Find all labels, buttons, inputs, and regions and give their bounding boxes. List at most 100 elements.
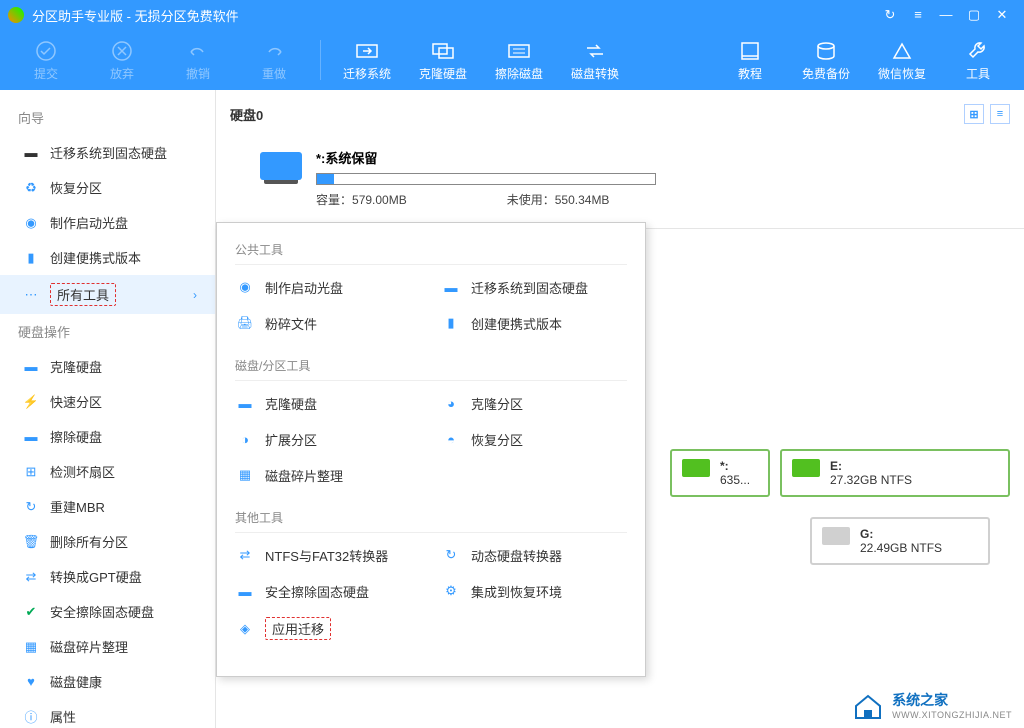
grid-view-icon[interactable]: ⊞ (964, 104, 984, 124)
trash-icon: 🗑 (22, 533, 40, 551)
sidebar-item-properties[interactable]: ⓘ属性 (0, 699, 215, 728)
triangle-icon (890, 39, 914, 63)
sidebar-item-bad-sector[interactable]: ⊞检测坏扇区 (0, 454, 215, 489)
all-tools-popup: 公共工具 ◉制作启动光盘 ▬迁移系统到固态硬盘 🖨粉碎文件 ▮创建便携式版本 磁… (216, 222, 646, 677)
sidebar-item-secure-erase-ssd[interactable]: ✔安全擦除固态硬盘 (0, 594, 215, 629)
undo-icon (186, 39, 210, 63)
shield-icon: ✔ (22, 603, 40, 621)
commit-button[interactable]: 提交 (12, 33, 80, 87)
partition-card[interactable]: *:系统保留 容量：579.00MB 未使用：550.34MB (260, 148, 1010, 208)
sidebar-item-disk-health[interactable]: ♥磁盘健康 (0, 664, 215, 699)
redo-icon (262, 39, 286, 63)
lightning-icon: ⚡ (22, 393, 40, 411)
defrag-icon: ▦ (22, 638, 40, 656)
defrag-icon: ▦ (235, 465, 255, 485)
popup-item-clone-partition[interactable]: ◕克隆分区 (441, 389, 627, 417)
sidebar-item-delete-all[interactable]: 🗑删除所有分区 (0, 524, 215, 559)
diskops-header: 硬盘操作 (0, 314, 215, 349)
convert-disk-button[interactable]: 磁盘转换 (561, 33, 629, 87)
sidebar-item-erase-disk[interactable]: ▬擦除硬盘 (0, 419, 215, 454)
usb-icon: ▮ (22, 249, 40, 267)
popup-item-portable[interactable]: ▮创建便携式版本 (441, 309, 627, 337)
disk-icon (260, 152, 302, 180)
usage-bar (316, 173, 656, 185)
disc-icon: ◉ (235, 277, 255, 297)
migrate-system-button[interactable]: 迁移系统 (333, 33, 401, 87)
sidebar-item-convert-gpt[interactable]: ⇄转换成GPT硬盘 (0, 559, 215, 594)
popup-section-other: 其他工具 (235, 503, 627, 533)
check-icon (34, 39, 58, 63)
menu-icon[interactable]: ≡ (904, 0, 932, 30)
partition-swatch (822, 527, 850, 545)
refresh-icon[interactable]: ↻ (876, 0, 904, 30)
heart-icon: ♥ (22, 673, 40, 691)
recover-icon: ♻ (22, 179, 40, 197)
wipe-disk-button[interactable]: 擦除磁盘 (485, 33, 553, 87)
sidebar-item-recover-partition[interactable]: ♻恢复分区 (0, 170, 215, 205)
watermark: 系统之家WWW.XITONGZHIJIA.NET (850, 690, 1012, 720)
popup-item-extend-partition[interactable]: ◑扩展分区 (235, 425, 421, 453)
box-icon: ◈ (235, 619, 255, 639)
close-button[interactable]: ✕ (988, 0, 1016, 30)
tutorial-button[interactable]: 教程 (716, 33, 784, 87)
convert-icon: ⇄ (235, 545, 255, 565)
redo-button[interactable]: 重做 (240, 33, 308, 87)
sidebar-item-portable[interactable]: ▮创建便携式版本 (0, 240, 215, 275)
popup-item-migrate-ssd[interactable]: ▬迁移系统到固态硬盘 (441, 273, 627, 301)
partition-card-g[interactable]: G:22.49GB NTFS (810, 517, 990, 565)
popup-item-boot-disc[interactable]: ◉制作启动光盘 (235, 273, 421, 301)
shred-icon: 🖨 (235, 313, 255, 333)
titlebar: 分区助手专业版 - 无损分区免费软件 ↻ ≡ — ▢ ✕ (0, 0, 1024, 30)
usb-icon: ▮ (441, 313, 461, 333)
popup-section-public: 公共工具 (235, 235, 627, 265)
disk-row-1: *:635... E:27.32GB NTFS (656, 439, 1024, 507)
wechat-recovery-button[interactable]: 微信恢复 (868, 33, 936, 87)
sidebar-item-rebuild-mbr[interactable]: ↻重建MBR (0, 489, 215, 524)
popup-item-clone-disk[interactable]: ▬克隆硬盘 (235, 389, 421, 417)
clone-disk-button[interactable]: 克隆硬盘 (409, 33, 477, 87)
popup-item-recover-partition[interactable]: ◓恢复分区 (441, 425, 627, 453)
partition-card-star[interactable]: *:635... (670, 449, 770, 497)
popup-item-integrate-recovery[interactable]: ⚙集成到恢复环境 (441, 577, 627, 605)
free-backup-button[interactable]: 免费备份 (792, 33, 860, 87)
popup-section-disk: 磁盘/分区工具 (235, 351, 627, 381)
dynamic-icon: ↻ (441, 545, 461, 565)
partition-swatch (682, 459, 710, 477)
rebuild-icon: ↻ (22, 498, 40, 516)
disk-icon: ▬ (235, 393, 255, 413)
wizard-header: 向导 (0, 100, 215, 135)
dots-icon: ⋯ (22, 286, 40, 304)
partition-name: *:系统保留 (316, 148, 656, 167)
popup-item-ntfs-fat32[interactable]: ⇄NTFS与FAT32转换器 (235, 541, 421, 569)
list-view-icon[interactable]: ≡ (990, 104, 1010, 124)
popup-item-secure-erase-ssd[interactable]: ▬安全擦除固态硬盘 (235, 577, 421, 605)
discard-button[interactable]: 放弃 (88, 33, 156, 87)
ssd-icon: ▬ (441, 277, 461, 297)
sidebar-item-migrate-ssd[interactable]: ▬迁移系统到固态硬盘 (0, 135, 215, 170)
sidebar-item-quick-partition[interactable]: ⚡快速分区 (0, 384, 215, 419)
maximize-button[interactable]: ▢ (960, 0, 988, 30)
minimize-button[interactable]: — (932, 0, 960, 30)
main-panel: 硬盘0 ⊞ ≡ *:系统保留 容量：579.00MB 未使用：550.34MB (216, 90, 1024, 728)
popup-item-app-migrate[interactable]: ◈应用迁移 (235, 613, 421, 644)
chevron-right-icon: › (193, 288, 197, 302)
tools-button[interactable]: 工具 (944, 33, 1012, 87)
sidebar-item-all-tools[interactable]: ⋯所有工具› (0, 275, 215, 314)
sidebar-item-boot-disc[interactable]: ◉制作启动光盘 (0, 205, 215, 240)
partition-card-e[interactable]: E:27.32GB NTFS (780, 449, 1010, 497)
toolbar: 提交 放弃 撤销 重做 迁移系统 克隆硬盘 擦除磁盘 磁盘转换 教程 免费备份 … (0, 30, 1024, 90)
undo-button[interactable]: 撤销 (164, 33, 232, 87)
clone-icon (431, 39, 455, 63)
sidebar-item-defrag[interactable]: ▦磁盘碎片整理 (0, 629, 215, 664)
sidebar-item-clone-disk[interactable]: ▬克隆硬盘 (0, 349, 215, 384)
check-icon: ⊞ (22, 463, 40, 481)
separator (320, 40, 321, 80)
popup-item-dynamic-converter[interactable]: ↻动态硬盘转换器 (441, 541, 627, 569)
extend-icon: ◑ (235, 429, 255, 449)
popup-item-shred[interactable]: 🖨粉碎文件 (235, 309, 421, 337)
popup-item-defrag[interactable]: ▦磁盘碎片整理 (235, 461, 421, 489)
sidebar: 向导 ▬迁移系统到固态硬盘 ♻恢复分区 ◉制作启动光盘 ▮创建便携式版本 ⋯所有… (0, 90, 216, 728)
backup-icon (814, 39, 838, 63)
gpt-icon: ⇄ (22, 568, 40, 586)
house-icon (850, 690, 886, 720)
